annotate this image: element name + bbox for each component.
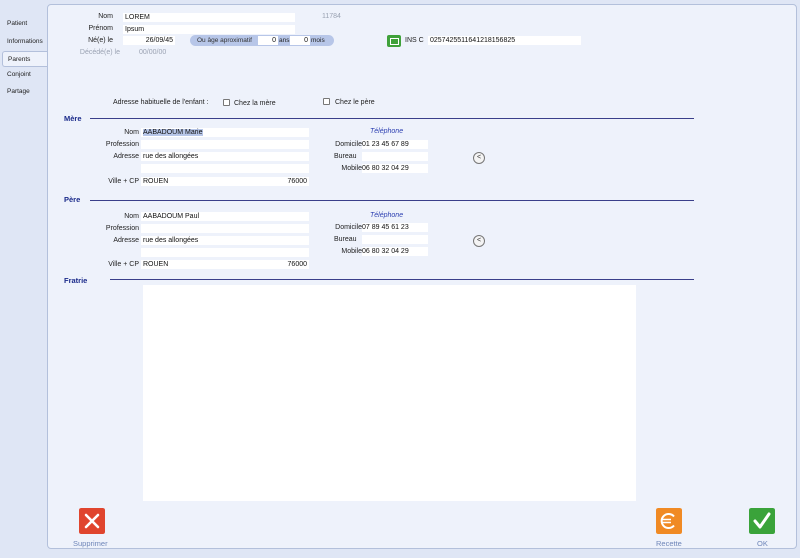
fratrie-divider xyxy=(110,279,694,280)
tab-partage[interactable]: Partage xyxy=(2,84,48,100)
ins-label: INS C xyxy=(405,37,424,44)
age-years-field[interactable]: 0 xyxy=(258,36,278,45)
close-icon[interactable] xyxy=(79,508,105,534)
chez-mere-checkbox[interactable] xyxy=(223,99,230,106)
prenom-label: Prénom xyxy=(88,25,113,32)
mere-mobile-label: Mobile xyxy=(341,165,362,172)
mere-profession-label: Profession xyxy=(105,141,139,148)
pere-nom-label: Nom xyxy=(124,213,139,220)
nele-label: Né(e) le xyxy=(88,37,113,44)
mere-bureau-field[interactable] xyxy=(362,152,428,161)
mere-domicile-label: Domicile xyxy=(335,141,362,148)
mere-copy-arrow-button[interactable]: < xyxy=(473,152,485,164)
pere-ville-label: Ville + CP xyxy=(108,261,139,268)
pere-domicile-field[interactable]: 07 89 45 61 23 xyxy=(362,223,428,232)
tab-bar: Patient Informations Parents Conjoint Pa… xyxy=(0,0,49,558)
chez-pere-label: Chez le père xyxy=(335,99,375,106)
pere-adresse2-field[interactable] xyxy=(141,248,309,257)
mois-label: mois xyxy=(311,37,325,44)
ans-label: ans xyxy=(279,37,290,44)
mere-section-title: Mère xyxy=(64,114,82,123)
card-icon[interactable] xyxy=(387,35,401,47)
patient-id: 11784 xyxy=(322,13,341,20)
pere-divider xyxy=(90,200,694,201)
prenom-field[interactable]: Ipsum xyxy=(123,25,295,34)
mere-bureau-label: Bureau xyxy=(334,153,357,160)
nom-field[interactable]: LOREM xyxy=(123,13,295,22)
fratrie-list[interactable] xyxy=(143,285,636,501)
pere-profession-label: Profession xyxy=(105,225,139,232)
supprimer-button-label[interactable]: Supprimer xyxy=(73,539,108,548)
decede-field[interactable]: 00/00/00 xyxy=(139,49,166,56)
mere-mobile-field[interactable]: 06 80 32 04 29 xyxy=(362,164,428,173)
pere-cp-field[interactable]: 76000 xyxy=(277,260,309,269)
euro-icon[interactable] xyxy=(656,508,682,534)
tab-conjoint[interactable]: Conjoint xyxy=(2,67,48,83)
pere-adresse-label: Adresse xyxy=(113,237,139,244)
mere-nom-field[interactable]: AABADOUM Marie xyxy=(141,128,309,137)
pere-mobile-label: Mobile xyxy=(341,248,362,255)
mere-adresse-label: Adresse xyxy=(113,153,139,160)
mere-adresse2-field[interactable] xyxy=(141,164,309,173)
pere-mobile-field[interactable]: 06 80 32 04 29 xyxy=(362,247,428,256)
chez-pere-checkbox[interactable] xyxy=(323,98,330,105)
mere-telephone-title: Téléphone xyxy=(370,128,404,135)
pere-bureau-field[interactable] xyxy=(362,235,428,244)
checkmark-icon[interactable] xyxy=(749,508,775,534)
mere-adresse-field[interactable]: rue des allongées xyxy=(141,152,309,161)
pere-copy-arrow-button[interactable]: < xyxy=(473,235,485,247)
pere-adresse-field[interactable]: rue des allongées xyxy=(141,236,309,245)
ins-field[interactable]: 0257425511641218156825 xyxy=(428,36,581,45)
tab-patient[interactable]: Patient xyxy=(2,16,48,32)
pere-section-title: Père xyxy=(64,195,81,204)
pere-nom-field[interactable]: AABADOUM Paul xyxy=(141,212,309,221)
nom-label: Nom xyxy=(98,13,113,20)
mere-profession-field[interactable] xyxy=(141,140,309,149)
approx-age-label: Ou âge aproximatif xyxy=(197,37,252,44)
age-months-field[interactable]: 0 xyxy=(290,36,310,45)
ok-button-label[interactable]: OK xyxy=(757,539,768,548)
birthdate-field[interactable]: 26/09/45 xyxy=(123,36,175,45)
fratrie-section-title: Fratrie xyxy=(64,276,88,285)
address-choice-label: Adresse habituelle de l'enfant : xyxy=(113,99,209,106)
pere-domicile-label: Domicile xyxy=(335,224,362,231)
mere-ville-label: Ville + CP xyxy=(108,178,139,185)
pere-ville-field[interactable]: ROUEN xyxy=(141,260,277,269)
mere-cp-field[interactable]: 76000 xyxy=(277,177,309,186)
pere-telephone-title: Téléphone xyxy=(370,212,404,219)
chez-mere-label: Chez la mère xyxy=(234,100,276,107)
mere-domicile-field[interactable]: 01 23 45 67 89 xyxy=(362,140,428,149)
decede-label: Décédé(e) le xyxy=(79,49,120,56)
mere-nom-label: Nom xyxy=(124,129,139,136)
mere-ville-field[interactable]: ROUEN xyxy=(141,177,277,186)
tab-parents[interactable]: Parents xyxy=(2,51,49,67)
mere-divider xyxy=(90,118,694,119)
tab-informations[interactable]: Informations xyxy=(2,34,48,50)
recette-button-label[interactable]: Recette xyxy=(656,539,682,548)
pere-bureau-label: Bureau xyxy=(334,236,357,243)
mere-nom-value: AABADOUM Marie xyxy=(143,129,203,136)
pere-profession-field[interactable] xyxy=(141,224,309,233)
